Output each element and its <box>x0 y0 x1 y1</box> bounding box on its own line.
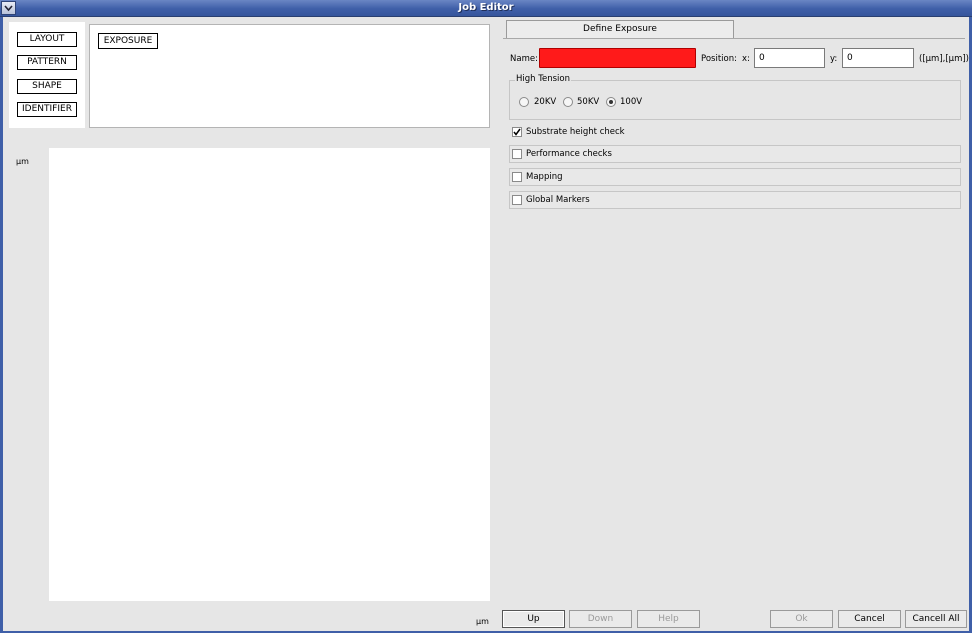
window-title: Job Editor <box>458 2 514 13</box>
mapping-label: Mapping <box>526 172 563 182</box>
mapping-section[interactable] <box>509 168 961 186</box>
cancel-all-button[interactable]: Cancell All <box>905 610 967 628</box>
element-type-panel: LAYOUT PATTERN SHAPE IDENTIFIER <box>9 22 85 128</box>
radio-20kv[interactable] <box>519 97 529 107</box>
up-button[interactable]: Up <box>502 610 565 628</box>
ok-button[interactable]: Ok <box>770 610 833 628</box>
window-border-left <box>0 17 3 633</box>
layout-button[interactable]: LAYOUT <box>17 32 77 47</box>
global-markers-checkbox[interactable] <box>512 195 522 205</box>
radio-50kv[interactable] <box>563 97 573 107</box>
mapping-checkbox[interactable] <box>512 172 522 182</box>
substrate-height-label: Substrate height check <box>526 127 625 137</box>
checkmark-icon <box>513 128 521 136</box>
radio-100v-label: 100V <box>620 97 643 107</box>
high-tension-label: High Tension <box>515 74 571 84</box>
x-label: x: <box>742 54 750 64</box>
tab-define-exposure[interactable]: Define Exposure <box>506 20 734 38</box>
preview-canvas[interactable] <box>49 148 490 601</box>
name-field[interactable] <box>539 48 696 68</box>
exposure-node[interactable]: EXPOSURE <box>98 33 158 49</box>
position-label: Position: <box>701 54 737 64</box>
global-markers-label: Global Markers <box>526 195 590 205</box>
cancel-button[interactable]: Cancel <box>838 610 901 628</box>
performance-checks-label: Performance checks <box>526 149 612 159</box>
radio-20kv-label: 20KV <box>534 97 557 107</box>
performance-checks-checkbox[interactable] <box>512 149 522 159</box>
name-label: Name: <box>510 54 538 64</box>
position-unit-label: ([µm],[µm]) <box>919 54 969 64</box>
radio-selected-dot <box>609 100 613 104</box>
substrate-height-checkbox[interactable] <box>512 127 522 137</box>
window-titlebar: Job Editor <box>0 0 972 17</box>
x-axis-unit: µm <box>476 617 489 626</box>
y-label: y: <box>830 54 838 64</box>
pattern-button[interactable]: PATTERN <box>17 55 77 70</box>
job-tree-panel: EXPOSURE <box>89 24 490 128</box>
radio-100v[interactable] <box>606 97 616 107</box>
radio-50kv-label: 50KV <box>577 97 600 107</box>
position-y-field[interactable]: 0 <box>842 48 914 68</box>
tab-divider <box>503 38 965 39</box>
help-button[interactable]: Help <box>637 610 700 628</box>
y-axis-unit: µm <box>16 157 29 166</box>
position-x-field[interactable]: 0 <box>754 48 825 68</box>
shape-button[interactable]: SHAPE <box>17 79 77 94</box>
identifier-button[interactable]: IDENTIFIER <box>17 102 77 117</box>
down-button[interactable]: Down <box>569 610 632 628</box>
